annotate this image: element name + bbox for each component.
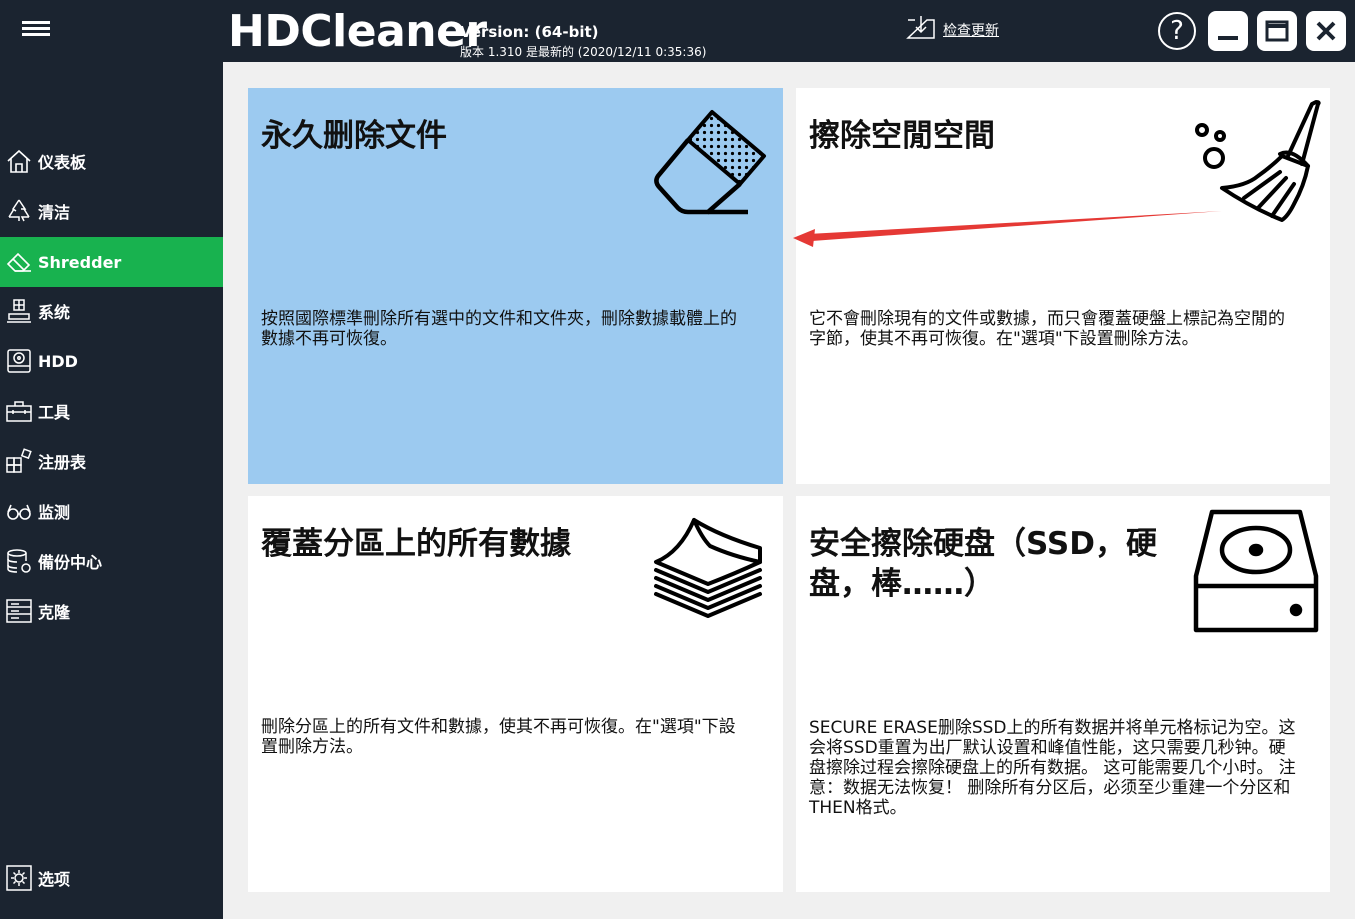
main-content: 永久删除文件 按照國際標準刪除所有選中的文件和文件夾，刪除數據載體上的數據不再可… [223,62,1355,919]
sidebar-item-label: 选项 [38,870,71,889]
card-description: 刪除分區上的所有文件和數據，使其不再可恢復。在"選項"下設置刪除方法。 [261,717,736,757]
card-title: 永久删除文件 [261,118,447,154]
minimize-button[interactable] [1208,11,1248,51]
sidebar-item-clean[interactable]: 清洁 [0,186,223,236]
card-title: 擦除空閒空間 [809,118,995,154]
sidebar-item-label: 備份中心 [38,553,103,572]
recycle-icon [4,196,34,226]
sidebar: 仪表板 清洁 Shredder 系统 HDD 工具 注册表 监测 備份中心 克隆… [0,0,223,919]
card-description: 它不會刪除現有的文件或數據，而只會覆蓋硬盤上標記為空閒的字節，使其不再可恢復。在… [809,309,1285,349]
card-title: 覆蓋分區上的所有數據 [261,526,571,562]
sidebar-item-registry[interactable]: 注册表 [0,436,223,486]
registry-icon [4,446,34,476]
broom-icon [1192,100,1322,230]
hard-drive-icon [1192,508,1320,639]
sidebar-item-label: 工具 [38,403,71,422]
app-title: HDCleaner [228,6,487,57]
version-status: 版本 1.310 是最新的 (2020/12/11 0:35:36) [460,45,707,59]
database-icon [4,546,34,576]
card-description: 按照國際標準刪除所有選中的文件和文件夾，刪除數據載體上的數據不再可恢復。 [261,309,737,349]
check-update-link[interactable]: 检查更新 [905,14,999,45]
card-shred-files[interactable]: 永久删除文件 按照國際標準刪除所有選中的文件和文件夾，刪除數據載體上的數據不再可… [248,88,783,484]
clone-icon [4,596,34,626]
home-icon [4,146,34,176]
sidebar-item-clone[interactable]: 克隆 [0,586,223,636]
paper-stack-icon [650,516,766,629]
glasses-icon [4,496,34,526]
card-description: SECURE ERASE删除SSD上的所有数据并将单元格标记为空。这会将SSD重… [809,718,1296,818]
sidebar-item-shredder[interactable]: Shredder [0,237,223,287]
sidebar-item-dashboard[interactable]: 仪表板 [0,136,223,186]
close-icon [1316,21,1336,41]
toolbox-icon [4,396,34,426]
card-title: 安全擦除硬盘（SSD，硬盘，棒……） [809,526,1157,602]
help-button[interactable]: ? [1158,12,1196,50]
card-secure-erase-disk[interactable]: 安全擦除硬盘（SSD，硬盘，棒……） SECURE ERASE删除SSD上的所有… [796,496,1330,892]
sidebar-item-options[interactable]: 选项 [0,853,223,903]
sidebar-item-hdd[interactable]: HDD [0,336,223,386]
title-bar: HDCleaner Version: (64-bit) 版本 1.310 是最新… [223,0,1355,62]
help-icon: ? [1170,16,1184,46]
sidebar-item-monitor[interactable]: 监测 [0,486,223,536]
maximize-button[interactable] [1257,11,1297,51]
sidebar-item-label: 系统 [38,303,71,322]
hdd-icon [4,346,34,376]
sidebar-item-label: 克隆 [38,603,71,622]
card-wipe-free-space[interactable]: 擦除空閒空間 它不會刪除現有的文件或數據，而只會覆蓋硬盤上標記為空閒的字節，使其… [796,88,1330,484]
computer-icon [4,296,34,326]
maximize-icon [1265,20,1289,42]
sidebar-item-system[interactable]: 系统 [0,286,223,336]
sidebar-item-label: Shredder [38,252,122,272]
minimize-icon [1218,36,1238,40]
eraser-icon [4,247,34,277]
card-overwrite-partition[interactable]: 覆蓋分區上的所有數據 刪除分區上的所有文件和數據，使其不再可恢復。在"選項"下設… [248,496,783,892]
sidebar-item-label: 监测 [38,503,71,522]
sidebar-item-label: 仪表板 [38,153,87,172]
hamburger-menu-icon[interactable] [22,18,56,44]
sidebar-item-tools[interactable]: 工具 [0,386,223,436]
sidebar-item-backup[interactable]: 備份中心 [0,536,223,586]
sidebar-item-label: HDD [38,351,78,371]
sidebar-item-label: 注册表 [38,453,87,472]
sidebar-item-label: 清洁 [38,203,71,222]
check-update-label: 检查更新 [943,22,999,39]
eraser-icon [652,108,772,223]
close-button[interactable] [1306,11,1346,51]
version-label: Version: (64-bit) [460,23,599,41]
settings-icon [4,863,34,893]
download-icon [905,14,937,45]
